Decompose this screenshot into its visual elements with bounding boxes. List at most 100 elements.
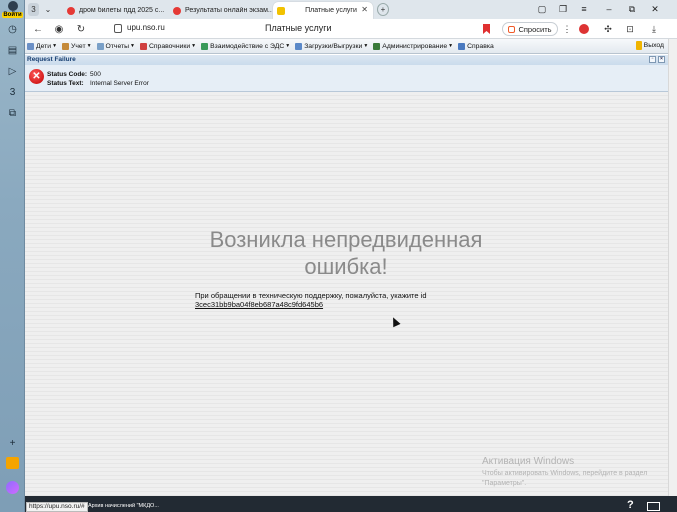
menu-icon[interactable]: ≡: [577, 3, 591, 15]
status-code-value: 500: [90, 71, 101, 78]
activation-text: Чтобы активировать Windows, перейдите в …: [482, 470, 648, 487]
menu-label: Загрузки/Выгрузки: [304, 42, 363, 50]
close-window-icon[interactable]: ✕: [648, 3, 662, 15]
url-host[interactable]: upu.nso.ru: [127, 23, 165, 32]
mail-icon[interactable]: [6, 457, 19, 469]
tab-title: Результаты онлайн экзам...: [185, 7, 272, 14]
address-bar: ← ◉ ↻ upu.nso.ru Платные услуги Спросить…: [25, 19, 677, 39]
menu-label: Взаимодействие с ЭДС: [210, 42, 285, 50]
tab-exam-results[interactable]: Результаты онлайн экзам...: [169, 2, 272, 19]
ask-label: Спросить: [518, 24, 552, 34]
ask-button[interactable]: Спросить: [502, 22, 558, 36]
back-icon[interactable]: ←: [31, 22, 45, 36]
login-label: Войти: [2, 12, 23, 18]
download-icon[interactable]: ⤓: [648, 23, 660, 35]
panel-header: Request Failure ▫ ×: [25, 55, 668, 65]
menu-label: Дети: [36, 42, 52, 50]
tab-manager-icon[interactable]: ▢: [535, 3, 549, 15]
error-title: Возникла непредвиденная ошибка!: [209, 227, 483, 279]
menu-children[interactable]: Дети ▼: [27, 42, 57, 50]
menu-upload-download[interactable]: Загрузки/Выгрузки ▼: [295, 42, 368, 50]
status-code-row: Status Code: 500: [47, 71, 101, 78]
activation-title: Активация Windows: [482, 456, 575, 467]
exam-favicon-icon: [173, 6, 181, 15]
app-menu-bar: Дети ▼ Учет ▼ Отчеты ▼ Справочники ▼ Взаимод…: [25, 39, 668, 54]
error-message: При обращении в техническую поддержку, п…: [195, 291, 427, 300]
tab-counter[interactable]: 3: [28, 3, 39, 16]
menu-administration[interactable]: Администрирование ▼: [373, 42, 453, 50]
logout-button[interactable]: Выход: [635, 41, 664, 50]
error-icon: ✕: [29, 69, 44, 84]
status-url: https://upu.nso.ru/#: [26, 502, 88, 512]
assistant-icon[interactable]: [6, 481, 19, 494]
upload-download-icon: [295, 42, 303, 50]
bookmarks-panel-icon[interactable]: ❐: [556, 3, 570, 15]
tab-strip: 3 ⌄ дром билеты пдд 2025 с... Результаты…: [25, 0, 677, 19]
collapse-panel-icon[interactable]: ▫: [649, 56, 656, 63]
status-text-row: Status Text: Internal Server Error: [47, 80, 149, 87]
lock-icon[interactable]: [114, 24, 122, 33]
help-icon: [458, 42, 466, 50]
browser-sidebar: Войти ◷ ▤ ▷ 3 ⧉ +: [0, 0, 25, 512]
paid-services-favicon-icon: [277, 6, 285, 15]
menu-directories[interactable]: Справочники ▼: [139, 42, 196, 50]
reload-icon[interactable]: ↻: [74, 22, 88, 36]
message-icon[interactable]: [647, 502, 660, 511]
add-panel-icon[interactable]: +: [5, 436, 20, 450]
menu-label: Справочники: [148, 42, 191, 50]
protect-icon[interactable]: ◉: [52, 22, 66, 36]
menu-eds-interaction[interactable]: Взаимодействие с ЭДС ▼: [201, 42, 290, 50]
new-tab-icon[interactable]: +: [377, 3, 389, 16]
address-page-title: Платные услуги: [265, 23, 332, 33]
video-icon[interactable]: ▷: [5, 64, 20, 78]
menu-help[interactable]: Справка: [458, 42, 494, 50]
badge-icon[interactable]: 3: [5, 85, 20, 99]
more-options-icon[interactable]: ⋮: [561, 23, 573, 35]
eds-icon: [201, 42, 209, 50]
request-failure-panel: Request Failure ▫ × ✕ Status Code: 500 St…: [25, 55, 668, 92]
menu-label: Справка: [467, 42, 494, 50]
accounting-icon: [62, 42, 70, 50]
main-content: Возникла непредвиденная ошибка! При обра…: [25, 92, 668, 496]
user-avatar-icon: [7, 1, 18, 11]
logout-icon: [635, 41, 642, 50]
menu-accounting[interactable]: Учет ▼: [62, 42, 92, 50]
restore-icon[interactable]: ⧉: [625, 3, 639, 15]
menu-label: Администрирование: [382, 42, 448, 50]
reports-icon: [96, 42, 104, 50]
puzzle-extensions-icon[interactable]: ✣: [602, 23, 614, 35]
menu-label: Учет: [71, 42, 86, 50]
close-panel-icon[interactable]: ×: [658, 56, 665, 63]
tab-paid-services[interactable]: Платные услуги ✕: [273, 2, 373, 19]
collections-icon[interactable]: ▤: [5, 43, 20, 57]
windows-activation-watermark: Активация Windows Чтобы активировать Win…: [482, 456, 652, 489]
tab-title: дром билеты пдд 2025 с...: [79, 7, 165, 14]
extension-icon[interactable]: [579, 24, 589, 34]
ask-icon: [508, 25, 516, 33]
error-id-link[interactable]: 3cec31bb9ba04f8eb687a48c9fd645b6: [195, 300, 323, 309]
drom-favicon-icon: [67, 6, 75, 15]
login-button[interactable]: Войти: [2, 1, 23, 19]
bottom-tab[interactable]: Архив начислений "МКДО...: [88, 502, 159, 510]
screenshot-icon[interactable]: ⧉: [5, 106, 20, 120]
administration-icon: [373, 42, 381, 50]
history-icon[interactable]: ◷: [5, 22, 20, 36]
menu-label: Отчеты: [105, 42, 130, 50]
help-question-icon[interactable]: ?: [627, 499, 634, 511]
close-tab-icon[interactable]: ✕: [361, 5, 368, 14]
status-code-label: Status Code:: [47, 71, 88, 78]
mouse-cursor-icon: [389, 315, 401, 328]
status-text-label: Status Text:: [47, 80, 84, 87]
directories-icon: [139, 42, 147, 50]
reading-list-icon[interactable]: ⊡: [624, 23, 636, 35]
tab-drom[interactable]: дром билеты пдд 2025 с...: [63, 2, 166, 19]
menu-reports[interactable]: Отчеты ▼: [96, 42, 135, 50]
tab-list-chevron-icon[interactable]: ⌄: [42, 3, 54, 16]
status-text-value: Internal Server Error: [90, 80, 149, 87]
children-icon: [27, 42, 34, 50]
minimize-icon[interactable]: –: [602, 3, 616, 15]
panel-title: Request Failure: [27, 56, 76, 63]
logout-label: Выход: [643, 42, 664, 49]
vertical-scrollbar[interactable]: [668, 39, 677, 496]
bookmark-icon[interactable]: [483, 24, 490, 34]
